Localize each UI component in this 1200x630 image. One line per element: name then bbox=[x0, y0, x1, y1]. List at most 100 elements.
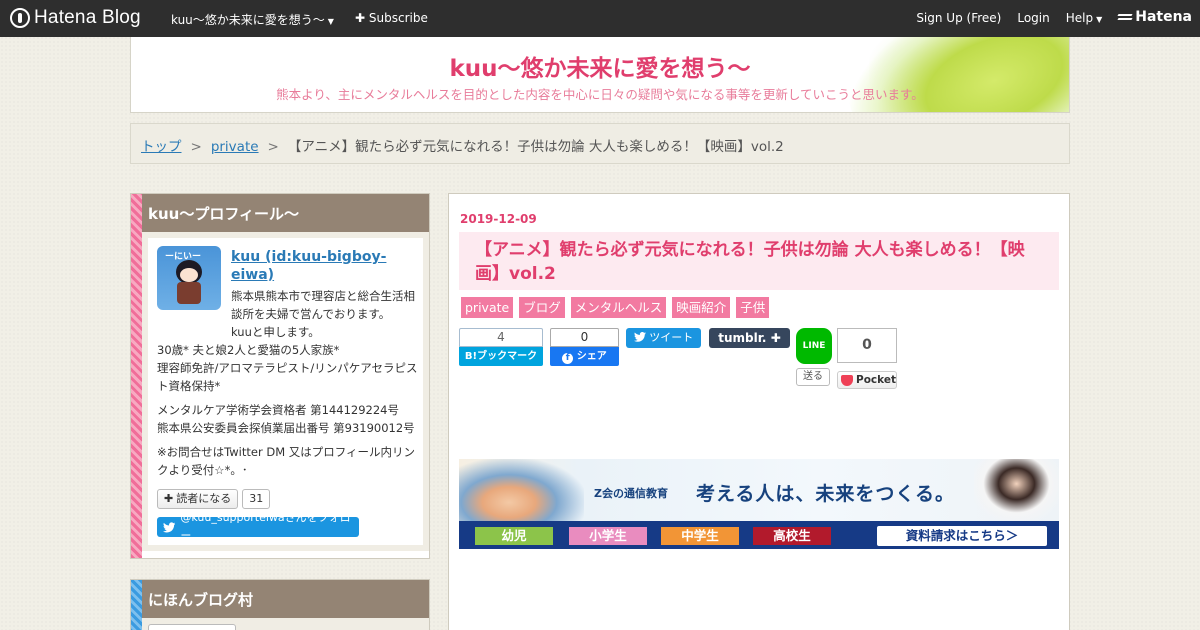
line-send-button[interactable]: 送る bbox=[796, 368, 830, 386]
twitter-bird-icon bbox=[633, 332, 646, 342]
breadcrumb: トップ > private > 【アニメ】観たら必ず元気になれる！子供は勿論 大人も楽し… bbox=[130, 123, 1070, 164]
caret-down-icon: ▼ bbox=[1096, 15, 1103, 24]
ad-tab-bar: 幼児 小学生 中学生 高校生 資料請求はこちら＞ bbox=[459, 521, 1059, 549]
pocket-count: 0 bbox=[837, 328, 897, 363]
profile-licenses: 理容師免許/アロマテラピスト/リンパケアセラピスト資格保持* bbox=[157, 361, 418, 393]
twitter-follow-button[interactable]: @kuu_supporteiwaさんをフォロー bbox=[157, 511, 359, 542]
profile-content: ーにいー kuu (id:kuu-bigboy-eiwa) 熊本県熊本市で理容店… bbox=[148, 238, 423, 545]
profile-intro2: kuuと申します。 bbox=[231, 325, 320, 339]
subscribe-label: Subscribe bbox=[368, 11, 428, 25]
hatena-bookmark-label: B!ブックマーク bbox=[459, 347, 543, 366]
ad-photo-children bbox=[459, 459, 584, 521]
category-tag[interactable]: 子供 bbox=[736, 297, 770, 318]
entry-categories: private ブログ メンタルヘルス 映画紹介 子供 bbox=[461, 297, 770, 318]
ad-tab-toddler[interactable]: 幼児 bbox=[475, 527, 553, 545]
blog-village-module-body bbox=[142, 618, 429, 630]
entry-title[interactable]: 【アニメ】観たら必ず元気になれる！子供は勿論 大人も楽しめる！【映画】vol.2 bbox=[459, 232, 1059, 290]
blog-village-badge[interactable] bbox=[148, 624, 236, 630]
line-icon[interactable]: LINE bbox=[796, 328, 832, 364]
tumblr-label: tumblr. bbox=[718, 331, 767, 345]
plus-icon: ✚ bbox=[355, 11, 366, 25]
module-stripe bbox=[131, 194, 142, 558]
facebook-share-button[interactable]: 0 f シェア bbox=[550, 328, 619, 366]
hatena-blog-logo-text: Hatena Blog bbox=[34, 7, 141, 28]
facebook-icon: f bbox=[562, 353, 574, 364]
signup-link[interactable]: Sign Up (Free) bbox=[916, 11, 1001, 25]
avatar-body bbox=[177, 282, 201, 304]
profile-module-title: kuu～プロフィール～ bbox=[142, 194, 429, 232]
profile-family: 30歳* 夫と娘2人と愛猫の5人家族* bbox=[157, 343, 340, 357]
twitter-follow-label: @kuu_supporteiwaさんをフォロー bbox=[180, 511, 351, 542]
hatena-blog-logo[interactable]: Hatena Blog bbox=[10, 7, 141, 29]
facebook-share-label: シェア bbox=[576, 351, 607, 362]
share-buttons: 4 B!ブックマーク 0 f シェア ツイート tumblr. ✚ LINE 送… bbox=[459, 328, 1059, 398]
facebook-share-count: 0 bbox=[550, 328, 619, 347]
hatena-blog-logo-icon bbox=[10, 8, 30, 28]
profile-module-body: ーにいー kuu (id:kuu-bigboy-eiwa) 熊本県熊本市で理容店… bbox=[142, 232, 429, 551]
article: 2019-12-09 【アニメ】観たら必ず元気になれる！子供は勿論 大人も楽しめ… bbox=[448, 193, 1070, 630]
category-tag[interactable]: private bbox=[461, 297, 514, 318]
blog-name-label: kuu～悠か未来に愛を想う～ bbox=[171, 13, 325, 27]
blog-title[interactable]: kuu～悠か未来に愛を想う～ bbox=[131, 49, 1069, 83]
profile-intro: 熊本県熊本市で理容店と総合生活相談所を夫婦で営んでおります。 bbox=[231, 289, 415, 321]
avatar-face bbox=[180, 268, 198, 282]
category-tag[interactable]: 映画紹介 bbox=[672, 297, 731, 318]
hatena-bookmark-button[interactable]: 4 B!ブックマーク bbox=[459, 328, 543, 366]
tweet-button[interactable]: ツイート bbox=[626, 328, 701, 348]
tweet-label: ツイート bbox=[649, 331, 694, 344]
profile-name-link[interactable]: kuu (id:kuu-bigboy-eiwa) bbox=[231, 248, 419, 284]
ad-banner[interactable]: Z会の通信教育 考える人は、未来をつくる。 幼児 小学生 中学生 高校生 資料請… bbox=[459, 459, 1059, 549]
profile-module: kuu～プロフィール～ ーにいー kuu (id:kuu-bigboy-eiwa… bbox=[130, 193, 430, 559]
plus-icon: ✚ bbox=[164, 492, 174, 505]
blog-name-dropdown[interactable]: kuu～悠か未来に愛を想う～ ▼ bbox=[171, 11, 334, 28]
hatena-logo-icon bbox=[1118, 12, 1132, 22]
ad-tab-high-school[interactable]: 高校生 bbox=[753, 527, 831, 545]
help-label: Help bbox=[1065, 11, 1094, 25]
profile-cert1: メンタルケア学術学会資格者 第144129224号 bbox=[157, 403, 400, 417]
category-tag[interactable]: ブログ bbox=[519, 297, 565, 318]
hatena-logo[interactable]: Hatena bbox=[1118, 9, 1192, 25]
avatar[interactable]: ーにいー bbox=[157, 246, 221, 310]
pocket-label: Pocket bbox=[856, 374, 896, 386]
global-header-right: Sign Up (Free) Login Help ▼ Hatena bbox=[916, 9, 1192, 25]
ad-slogan: 考える人は、未来をつくる。 bbox=[696, 483, 956, 505]
pocket-share: 0 Pocket bbox=[837, 328, 897, 389]
global-header: Hatena Blog kuu～悠か未来に愛を想う～ ▼ ✚ Subscribe … bbox=[0, 0, 1200, 37]
entry-date[interactable]: 2019-12-09 bbox=[460, 212, 537, 226]
pocket-icon bbox=[841, 374, 853, 386]
tumblr-share-button[interactable]: tumblr. ✚ bbox=[709, 328, 790, 348]
breadcrumb-current: 【アニメ】観たら必ず元気になれる！子供は勿論 大人も楽しめる！【映画】vol.2 bbox=[287, 139, 784, 155]
plus-icon: ✚ bbox=[770, 331, 781, 345]
breadcrumb-top-link[interactable]: トップ bbox=[141, 139, 182, 155]
subscribe-button[interactable]: ✚ Subscribe bbox=[355, 11, 428, 25]
profile-header-text: kuu (id:kuu-bigboy-eiwa) 熊本県熊本市で理容店と総合生活… bbox=[231, 246, 419, 341]
line-share: LINE 送る bbox=[796, 328, 832, 386]
profile-contact: ※お問合せはTwitter DM 又はプロフィール内リンクより受付☆*。･ bbox=[157, 445, 416, 477]
breadcrumb-separator: > bbox=[190, 139, 202, 155]
reader-button-label: 読者になる bbox=[176, 492, 232, 505]
profile-top: ーにいー kuu (id:kuu-bigboy-eiwa) 熊本県熊本市で理容店… bbox=[157, 246, 419, 341]
subscribe-reader-button[interactable]: ✚ 読者になる bbox=[157, 489, 239, 509]
hatena-bookmark-count: 4 bbox=[459, 328, 543, 347]
category-tag[interactable]: メンタルヘルス bbox=[570, 297, 667, 318]
ad-cta-button[interactable]: 資料請求はこちら＞ bbox=[877, 526, 1047, 546]
ad-tab-elementary[interactable]: 小学生 bbox=[569, 527, 647, 545]
breadcrumb-separator: > bbox=[267, 139, 279, 155]
login-link[interactable]: Login bbox=[1017, 11, 1049, 25]
pocket-button[interactable]: Pocket bbox=[837, 371, 897, 389]
module-stripe bbox=[131, 580, 142, 630]
blog-description: 熊本より、主にメンタルヘルスを目的とした内容を中心に日々の疑問や気になる事等を更… bbox=[276, 87, 924, 102]
reader-row: ✚ 読者になる 31 bbox=[157, 489, 419, 509]
ad-tab-junior-high[interactable]: 中学生 bbox=[661, 527, 739, 545]
blog-header: kuu～悠か未来に愛を想う～ 熊本より、主にメンタルヘルスを目的とした内容を中心… bbox=[130, 37, 1070, 113]
hatena-logo-text: Hatena bbox=[1135, 9, 1192, 25]
caret-down-icon: ▼ bbox=[327, 17, 334, 26]
blog-village-module-title: にほんブログ村 bbox=[142, 580, 429, 618]
profile-cert2: 熊本県公安委員会探偵業届出番号 第93190012号 bbox=[157, 421, 415, 435]
facebook-share-label-row: f シェア bbox=[550, 347, 619, 366]
help-dropdown[interactable]: Help ▼ bbox=[1066, 11, 1103, 25]
blog-village-module: にほんブログ村 bbox=[130, 579, 430, 630]
ad-photo-woman bbox=[974, 459, 1059, 521]
ad-brand: Z会の通信教育 bbox=[594, 487, 668, 500]
breadcrumb-category-link[interactable]: private bbox=[211, 139, 259, 155]
